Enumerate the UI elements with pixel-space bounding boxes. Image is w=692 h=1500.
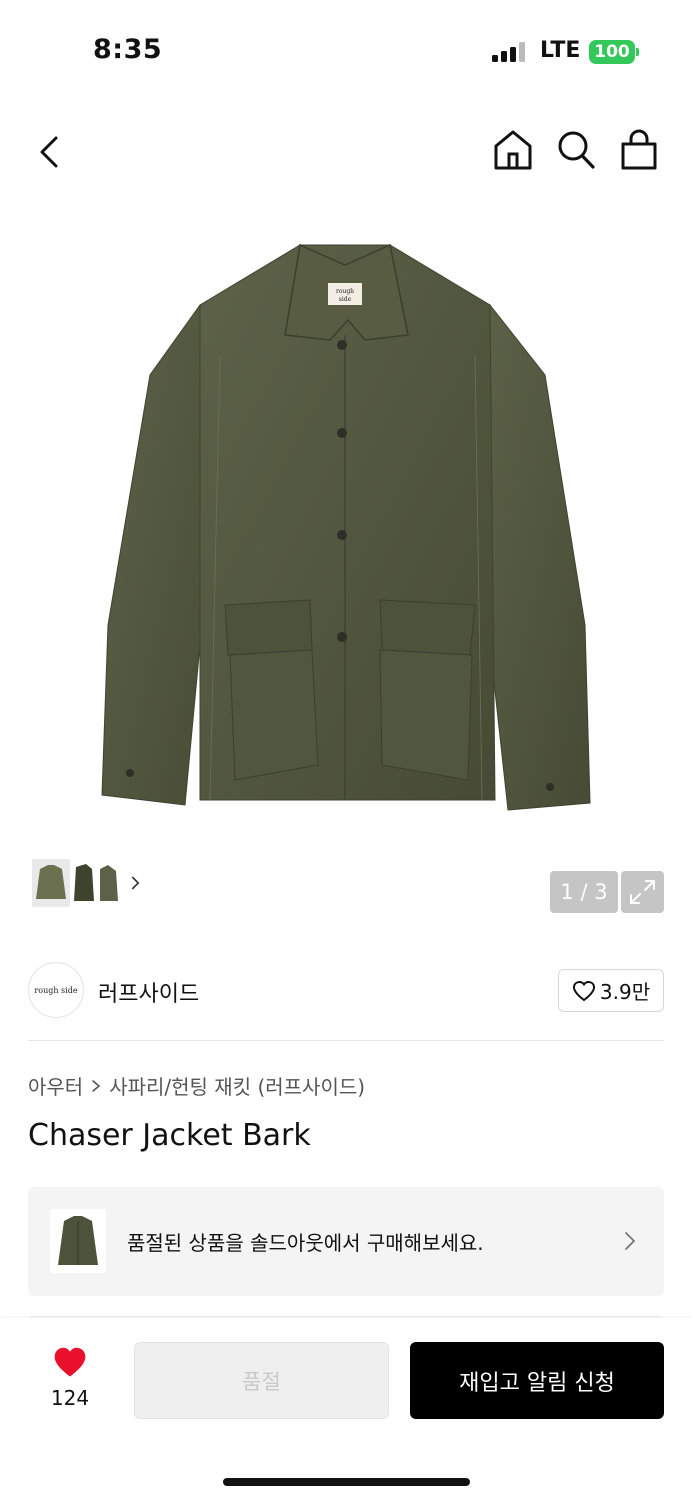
soldout-banner[interactable]: 품절된 상품을 솔드아웃에서 구매해보세요. — [28, 1187, 664, 1296]
soldout-banner-thumbnail — [50, 1209, 106, 1273]
soldout-banner-text: 품절된 상품을 솔드아웃에서 구매해보세요. — [127, 1231, 484, 1255]
signal-strength-icon — [492, 42, 528, 62]
breadcrumb-subcategory[interactable]: 사파리/헌팅 재킷 (러프사이드) — [109, 1071, 365, 1100]
back-arrow-icon[interactable] — [28, 130, 72, 174]
jacket-tag-text: rough — [336, 288, 354, 295]
home-icon[interactable] — [492, 128, 534, 172]
thumbnail-3[interactable] — [98, 859, 122, 907]
brand-like-button[interactable]: 3.9만 — [558, 969, 664, 1012]
status-bar: 8:35 LTE 100 — [0, 0, 692, 100]
bottom-action-bar: 124 품절 재입고 알림 신청 — [0, 1318, 692, 1500]
brand-row[interactable]: rough side 러프사이드 3.9만 — [28, 962, 664, 1020]
breadcrumb: 아우터 사파리/헌팅 재킷 (러프사이드) — [28, 1071, 365, 1100]
chevron-right-icon[interactable] — [130, 875, 141, 891]
breadcrumb-category[interactable]: 아우터 — [28, 1071, 83, 1100]
heart-filled-icon — [54, 1347, 86, 1377]
shopping-bag-icon[interactable] — [618, 128, 660, 172]
product-title: Chaser Jacket Bark — [28, 1118, 311, 1153]
thumbnail-2[interactable] — [72, 859, 96, 907]
chevron-right-icon — [92, 1079, 101, 1092]
status-time: 8:35 — [93, 34, 163, 65]
brand-name[interactable]: 러프사이드 — [98, 976, 199, 1008]
chevron-right-icon — [625, 1232, 636, 1250]
battery-tip — [636, 48, 639, 56]
product-image[interactable]: rough side — [90, 225, 600, 825]
expand-icon[interactable] — [621, 871, 664, 913]
network-type: LTE — [540, 38, 581, 63]
divider — [28, 1040, 664, 1041]
brand-logo[interactable]: rough side — [28, 962, 84, 1018]
restock-notification-button[interactable]: 재입고 알림 신청 — [410, 1342, 664, 1419]
thumbnail-1[interactable] — [32, 859, 70, 907]
favorite-count: 124 — [50, 1386, 90, 1410]
heart-outline-icon — [572, 980, 595, 1001]
search-icon[interactable] — [555, 128, 597, 172]
thumbnail-strip[interactable] — [28, 853, 145, 913]
soldout-button: 품절 — [134, 1342, 389, 1419]
svg-text:side: side — [339, 296, 352, 303]
gallery-page-indicator: 1 / 3 — [550, 871, 618, 913]
brand-like-count: 3.9만 — [599, 980, 651, 1004]
home-indicator[interactable] — [223, 1478, 470, 1486]
battery-icon: 100 — [589, 40, 635, 64]
favorite-button[interactable]: 124 — [38, 1346, 102, 1410]
